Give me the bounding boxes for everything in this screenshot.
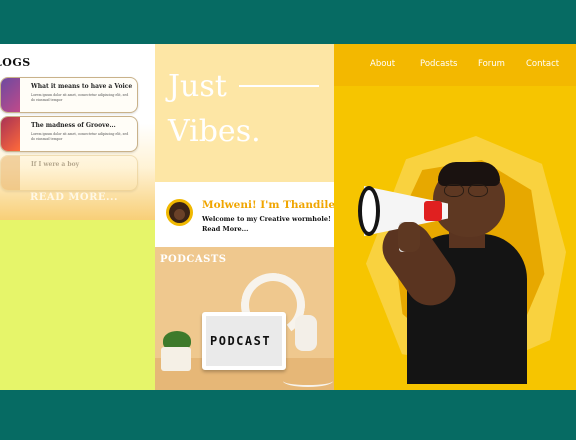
hero-photo-panel: About Podcasts Forum Contact [334, 44, 576, 390]
headphone-earcup [295, 315, 317, 351]
blogs-title: LOGS [0, 56, 31, 69]
person-hand [398, 222, 420, 252]
podcasts-title: PODCASTS [160, 254, 227, 265]
blog-excerpt: Lorem ipsum dolor sit amet, consectetur … [31, 93, 129, 102]
website-frame: LOGS What it means to have a Voice Lorem… [0, 44, 576, 390]
blog-thumbnail [1, 156, 20, 190]
blog-card-groove[interactable]: The madness of Groove... Lorem ipsum dol… [0, 116, 138, 152]
nav-forum[interactable]: Forum [478, 59, 505, 69]
blog-excerpt: Lorem ipsum dolor sit amet, consectetur … [31, 132, 129, 141]
headphone-cord [283, 375, 333, 387]
blog-card-boy[interactable]: If I were a boy [0, 155, 138, 191]
nav-podcasts[interactable]: Podcasts [420, 59, 458, 69]
page-background-bottom [0, 390, 576, 440]
top-nav: About Podcasts Forum Contact [334, 44, 576, 86]
nav-contact[interactable]: Contact [526, 59, 559, 69]
podcasts-panel[interactable]: PODCASTS PODCAST [155, 247, 334, 390]
lightbox-text: PODCAST [210, 334, 272, 348]
hero-divider [239, 85, 319, 87]
blog-title: If I were a boy [31, 161, 80, 168]
blog-title: The madness of Groove... [31, 122, 116, 129]
plant-pot [161, 347, 191, 371]
hero-heading-line2: Vibes. [168, 114, 261, 149]
avatar [166, 199, 193, 226]
blog-thumbnail [1, 117, 20, 151]
megaphone-rim [358, 186, 380, 236]
greeting-subtitle: Welcome to my Creative wormhole! [202, 215, 331, 223]
blog-title: What it means to have a Voice [31, 83, 133, 90]
person-hair [438, 162, 500, 186]
blog-card-voice[interactable]: What it means to have a Voice Lorem ipsu… [0, 77, 138, 113]
greeting-read-more-link[interactable]: Read More... [202, 225, 248, 233]
hero-heading-line1: Just [168, 69, 227, 104]
nav-about[interactable]: About [370, 59, 395, 69]
greeting-card: Molweni! I'm Thandile Welcome to my Crea… [155, 182, 361, 247]
blog-thumbnail [1, 78, 20, 112]
avatar-photo [169, 202, 190, 223]
megaphone-mouthpiece [424, 201, 442, 221]
hero-panel: Just Vibes. [155, 44, 334, 182]
glasses [442, 184, 492, 198]
read-more-link[interactable]: READ MORE... [30, 192, 118, 203]
lime-panel [0, 220, 155, 390]
greeting-title: Molweni! I'm Thandile [202, 199, 335, 211]
blogs-panel: LOGS What it means to have a Voice Lorem… [0, 44, 155, 220]
podcast-lightbox: PODCAST [202, 312, 286, 370]
